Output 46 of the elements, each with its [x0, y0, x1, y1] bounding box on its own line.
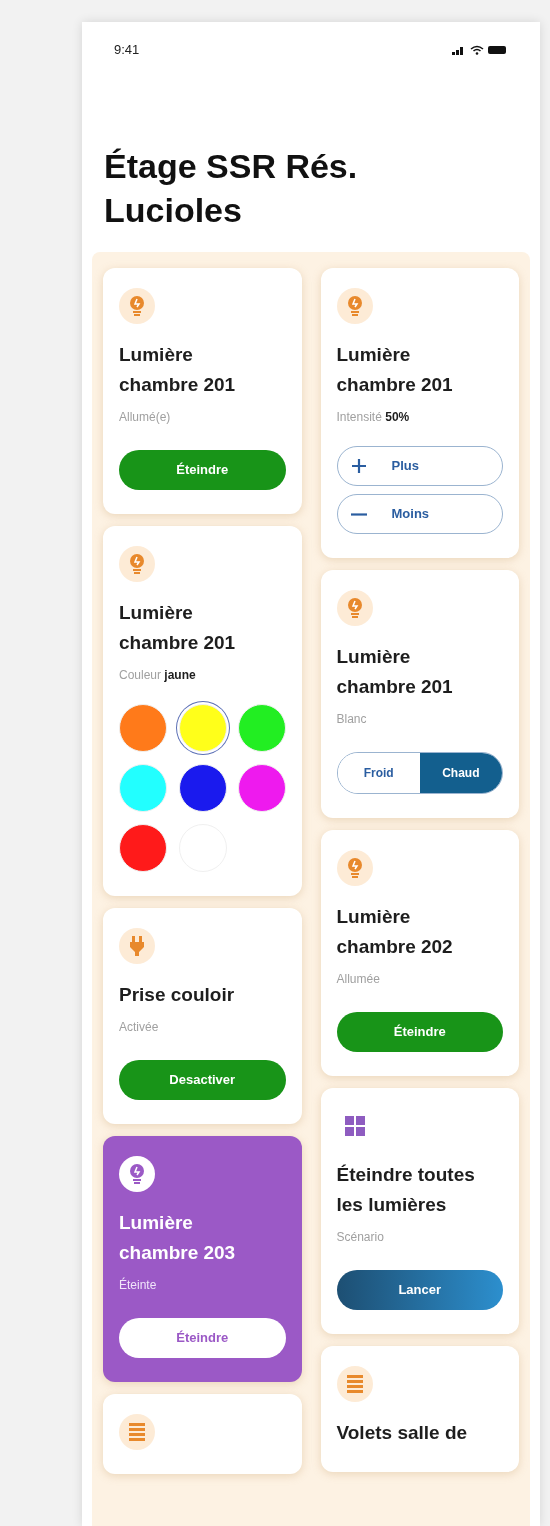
- color-swatch[interactable]: [119, 824, 167, 872]
- device-title: Prise couloir: [119, 983, 236, 1007]
- device-status: Scénario: [336, 1229, 384, 1246]
- toggle-button[interactable]: Éteindre: [336, 1012, 503, 1052]
- plus-icon: [349, 457, 368, 475]
- device-status: Éteinte: [119, 1276, 157, 1294]
- device-title: Lumière chambre 201: [336, 645, 454, 699]
- launch-button[interactable]: Lancer: [336, 1270, 503, 1310]
- blinds-icon: [119, 1414, 155, 1450]
- device-title: Lumière chambre 203: [119, 1211, 237, 1265]
- device-title: Volets salle de: [336, 1421, 469, 1445]
- blinds-icon: [336, 1366, 373, 1402]
- toggle-button[interactable]: Desactiver: [119, 1060, 286, 1100]
- bulb-icon: [336, 850, 373, 886]
- signal-icon: [452, 45, 466, 55]
- status-time: 9:41: [114, 41, 140, 60]
- device-status: Intensité 50%: [336, 409, 410, 426]
- minus-icon: [349, 512, 368, 516]
- device-title: Lumière chambre 202: [336, 905, 454, 959]
- bulb-icon: [119, 1156, 155, 1192]
- battery-icon: [488, 45, 508, 55]
- device-status: Activée: [119, 1019, 159, 1036]
- device-title: Lumière chambre 201: [336, 343, 454, 397]
- color-swatch[interactable]: [119, 764, 167, 812]
- toggle-button[interactable]: Éteindre: [119, 1318, 286, 1358]
- device-title: Éteindre toutes les lumières: [336, 1163, 476, 1217]
- wifi-icon: [470, 45, 484, 55]
- color-swatch[interactable]: [119, 704, 167, 752]
- color-swatch[interactable]: [178, 704, 227, 752]
- plug-icon: [119, 928, 155, 964]
- device-status: Couleur jaune: [119, 667, 196, 684]
- device-title: Lumière chambre 201: [119, 601, 237, 655]
- color-swatch[interactable]: [178, 764, 227, 812]
- bulb-icon: [336, 590, 373, 626]
- device-title: Lumière chambre 201: [119, 343, 237, 397]
- color-swatch[interactable]: [238, 704, 286, 752]
- tone-option[interactable]: Chaud: [419, 753, 502, 793]
- device-status: Allumé(e): [119, 409, 171, 426]
- toggle-button[interactable]: Éteindre: [119, 450, 286, 490]
- color-swatch[interactable]: [238, 764, 286, 812]
- page-title: Étage SSR Rés. Lucioles: [103, 146, 359, 231]
- bulb-icon: [119, 288, 155, 324]
- bulb-icon: [336, 288, 373, 324]
- device-status: Allumée: [336, 971, 380, 988]
- device-status: Blanc: [336, 711, 367, 728]
- bulb-icon: [119, 546, 155, 582]
